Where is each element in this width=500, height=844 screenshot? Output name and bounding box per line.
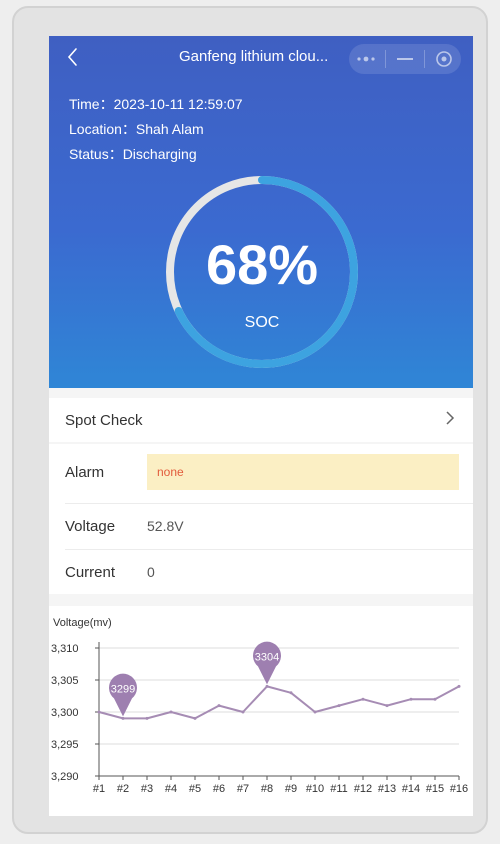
x-tick-label: #9: [285, 783, 297, 795]
data-point: [361, 697, 365, 701]
voltage-chart-card: Voltage(mv) 3,290 3,295 3,300 3,305 3,310 #1 #2…: [49, 606, 473, 816]
y-tick-label: 3,295: [51, 739, 79, 751]
battery-status-panel: Ganfeng lithium clou... Time：2023-10-11 …: [49, 36, 473, 388]
x-tick-label: #12: [354, 783, 372, 795]
data-point: [433, 697, 437, 701]
chevron-right-icon: [445, 410, 455, 430]
back-chevron-icon[interactable]: [63, 44, 85, 70]
more-dots-icon[interactable]: [351, 46, 381, 72]
data-point: [457, 684, 461, 688]
x-tick-label: #1: [93, 783, 105, 795]
y-tick-label: 3,290: [51, 771, 79, 783]
x-tick-label: #4: [165, 783, 177, 795]
capsule-divider: [424, 50, 425, 68]
status-text: Status：Discharging: [69, 146, 197, 162]
nav-bar: Ganfeng lithium clou...: [49, 36, 473, 80]
x-tick-label: #16: [450, 783, 468, 795]
data-point: [217, 704, 221, 708]
soc-label: SOC: [244, 314, 280, 331]
data-point: [97, 710, 101, 714]
data-point: [145, 716, 149, 720]
battery-info: Time：2023-10-11 12:59:07 Location：Shah A…: [69, 92, 243, 167]
data-point: [193, 716, 197, 720]
readings-card: Alarm none Voltage 52.8V Current 0: [49, 444, 473, 594]
alarm-value: none: [147, 454, 459, 490]
x-tick-label: #15: [426, 783, 444, 795]
x-tick-label: #8: [261, 783, 273, 795]
location-text: Location：Shah Alam: [69, 121, 204, 137]
marker-label: 3299: [111, 683, 135, 695]
y-tick-label: 3,310: [51, 643, 79, 655]
data-point: [289, 691, 293, 695]
voltage-label: Voltage: [65, 517, 116, 535]
minimize-icon[interactable]: [390, 46, 420, 72]
y-tick-label: 3,300: [51, 707, 79, 719]
voltage-chart: Voltage(mv) 3,290 3,295 3,300 3,305 3,310 #1 #2…: [51, 617, 468, 795]
data-point: [121, 716, 125, 720]
capsule-divider: [385, 50, 386, 68]
target-close-icon[interactable]: [429, 46, 459, 72]
x-tick-label: #6: [213, 783, 225, 795]
data-point: [265, 684, 269, 688]
x-tick-label: #5: [189, 783, 201, 795]
alarm-row: Alarm none: [49, 444, 473, 500]
page-title: Ganfeng lithium clou...: [179, 48, 329, 65]
marker-label: 3304: [255, 651, 279, 663]
data-point: [241, 710, 245, 714]
x-tick-label: #10: [306, 783, 324, 795]
data-point: [385, 704, 389, 708]
spot-check-label: Spot Check: [65, 411, 143, 429]
x-tick-label: #3: [141, 783, 153, 795]
x-tick-label: #11: [330, 783, 348, 795]
y-axis-title: Voltage(mv): [53, 617, 112, 629]
soc-value: 68%: [205, 233, 319, 296]
current-label: Current: [65, 563, 116, 581]
data-point: [409, 697, 413, 701]
data-point: [169, 710, 173, 714]
time-text: Time：2023-10-11 12:59:07: [69, 96, 243, 112]
x-tick-label: #2: [117, 783, 129, 795]
series-line: [98, 685, 460, 720]
voltage-value: 52.8V: [147, 518, 184, 534]
spot-check-row[interactable]: Spot Check: [49, 398, 473, 442]
voltage-row: Voltage 52.8V: [49, 504, 473, 548]
spot-check-content: Spot Check: [49, 398, 473, 442]
alarm-label: Alarm: [65, 463, 105, 481]
x-tick-label: #14: [402, 783, 420, 795]
data-point: [313, 710, 317, 714]
current-row: Current 0: [49, 550, 473, 594]
current-value: 0: [147, 564, 155, 580]
x-tick-label: #13: [378, 783, 396, 795]
x-tick-label: #7: [237, 783, 249, 795]
app-screen: Ganfeng lithium clou... Time：2023-10-11 …: [49, 36, 473, 816]
y-tick-label: 3,305: [51, 675, 79, 687]
data-point: [337, 704, 341, 708]
miniapp-capsule: [349, 44, 461, 74]
